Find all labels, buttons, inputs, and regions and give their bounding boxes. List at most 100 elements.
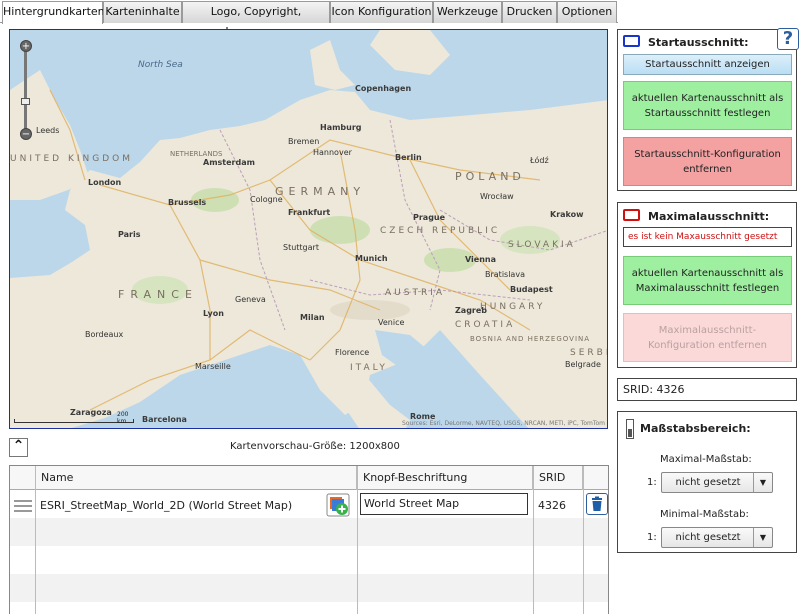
- show-start-extent-button[interactable]: Startausschnitt anzeigen: [623, 54, 792, 75]
- map-label-hamburg: Hamburg: [320, 123, 362, 132]
- map-label-london: London: [88, 178, 122, 187]
- map-preview[interactable]: North Sea UNITED KINGDOM NETHERLANDS FRA…: [9, 29, 608, 429]
- max-scale-label: Maximal-Maßstab:: [660, 454, 752, 465]
- preview-size-label: Kartenvorschau-Größe: 1200x800: [230, 441, 400, 452]
- collapse-up-icon[interactable]: ⌃: [9, 438, 28, 457]
- map-label-munich: Munich: [355, 254, 388, 263]
- map-label-bordeaux: Bordeaux: [85, 330, 124, 339]
- max-scale-select[interactable]: nicht gesetzt ▼: [661, 472, 773, 493]
- drag-handle-icon[interactable]: [14, 500, 32, 514]
- map-label-czech: CZECH REPUBLIC: [380, 226, 501, 236]
- map-label-north-sea: North Sea: [138, 60, 183, 70]
- map-label-hungary: HUNGARY: [480, 302, 546, 312]
- map-label-berlin: Berlin: [395, 153, 422, 162]
- map-attribution: Sources: Esri, DeLorme, NAVTEQ, USGS, NR…: [401, 420, 605, 427]
- tab-optionen[interactable]: Optionen: [557, 1, 617, 23]
- max-extent-color-icon: [623, 209, 640, 221]
- tab-icon-konfiguration[interactable]: Icon Konfiguration: [330, 1, 433, 23]
- max-scale-prefix: 1:: [647, 477, 657, 488]
- map-label-italy: ITALY: [350, 363, 388, 373]
- tab-logo-copyright[interactable]: Logo, Copyright, Impressum: [182, 1, 330, 38]
- map-label-austria: AUSTRIA: [385, 288, 446, 298]
- map-scale-label: 200 km: [117, 411, 129, 425]
- max-extent-title: Maximalausschnitt:: [648, 210, 770, 223]
- map-label-krakow: Krakow: [550, 210, 584, 219]
- map-label-bosnia: BOSNIA AND HERZEGOVINA: [470, 335, 591, 343]
- map-label-zagreb: Zagreb: [455, 306, 488, 315]
- layer-name: ESRI_StreetMap_World_2D (World Street Ma…: [40, 499, 293, 512]
- map-label-barcelona: Barcelona: [142, 415, 187, 424]
- map-label-florence: Florence: [335, 348, 370, 357]
- start-extent-color-icon: [623, 35, 640, 47]
- start-extent-title: Startausschnitt:: [648, 36, 749, 49]
- map-label-budapest: Budapest: [510, 285, 553, 294]
- delete-button[interactable]: [586, 493, 608, 515]
- map-label-hannover: Hannover: [313, 148, 352, 157]
- map-label-wroclaw: Wrocław: [480, 192, 514, 201]
- remove-max-extent-button: Maximalausschnitt-Konfiguration entferne…: [623, 313, 792, 362]
- set-start-extent-button[interactable]: aktuellen Kartenausschnitt als Startauss…: [623, 81, 792, 130]
- add-layer-icon[interactable]: [326, 493, 350, 517]
- srid-panel: SRID: 4326: [617, 378, 797, 401]
- max-extent-info: es ist kein Maxausschnitt gesetzt: [623, 227, 792, 247]
- table-header: Name Knopf-Beschriftung SRID: [10, 466, 608, 490]
- map-label-copenhagen: Copenhagen: [355, 84, 412, 93]
- set-max-extent-button[interactable]: aktuellen Kartenausschnitt als Maximalau…: [623, 256, 792, 305]
- map-label-leeds: Leeds: [36, 126, 60, 135]
- map-label-croatia: CROATIA: [455, 320, 516, 330]
- srid-label: SRID: 4326: [623, 383, 685, 396]
- max-extent-panel: Maximalausschnitt: es ist kein Maxaussch…: [617, 202, 797, 368]
- map-label-amsterdam: Amsterdam: [203, 158, 255, 167]
- zoom-slider-handle[interactable]: [21, 98, 30, 105]
- map-label-slovakia: SLOVAKIA: [508, 240, 576, 250]
- layer-srid: 4326: [538, 499, 566, 512]
- map-label-germany: GERMANY: [275, 185, 366, 198]
- map-label-zaragoza: Zaragoza: [70, 408, 112, 417]
- map-label-lodz: Łódź: [530, 156, 549, 165]
- zoom-out-icon[interactable]: −: [20, 128, 32, 140]
- zoom-track[interactable]: [24, 48, 27, 132]
- scale-range-panel: Maßstabsbereich: Maximal-Maßstab: 1: nic…: [617, 411, 797, 553]
- column-header-knopf[interactable]: Knopf-Beschriftung: [357, 466, 533, 490]
- column-header-name[interactable]: Name: [35, 466, 357, 490]
- column-header-srid[interactable]: SRID: [533, 466, 583, 490]
- map-label-belgrade: Belgrade: [565, 360, 601, 369]
- tab-werkzeuge[interactable]: Werkzeuge: [433, 1, 502, 23]
- tab-bar: Hintergrundkarten Karteninhalte Logo, Co…: [0, 0, 618, 38]
- map-label-paris: Paris: [118, 230, 141, 239]
- tab-drucken[interactable]: Drucken: [502, 1, 557, 23]
- scale-range-icon: [626, 419, 634, 439]
- map-label-cologne: Cologne: [250, 195, 283, 204]
- knopf-beschriftung-input[interactable]: World Street Map: [360, 493, 528, 515]
- trash-icon: [592, 496, 602, 511]
- map-label-brussels: Brussels: [168, 198, 207, 207]
- layer-table: Name Knopf-Beschriftung SRID ESRI_Street…: [9, 465, 609, 614]
- map-label-netherlands: NETHERLANDS: [170, 150, 223, 158]
- tab-karteninhalte[interactable]: Karteninhalte: [103, 1, 182, 23]
- map-label-frankfurt: Frankfurt: [288, 208, 331, 217]
- map-scale-bar: 200 km: [14, 411, 134, 425]
- start-extent-panel: Startausschnitt: Startausschnitt anzeige…: [617, 29, 797, 191]
- map-label-vienna: Vienna: [465, 255, 497, 264]
- map-label-venice: Venice: [378, 318, 405, 327]
- min-scale-value: nicht gesetzt: [675, 532, 741, 543]
- map-basemap: [10, 30, 607, 428]
- min-scale-label: Minimal-Maßstab:: [660, 509, 749, 520]
- map-label-milan: Milan: [300, 313, 325, 322]
- min-scale-select[interactable]: nicht gesetzt ▼: [661, 527, 773, 548]
- map-label-prague: Prague: [413, 213, 446, 222]
- tab-hintergrundkarten[interactable]: Hintergrundkarten: [2, 1, 105, 24]
- map-label-serbia: SERBIA: [570, 348, 607, 358]
- map-label-geneva: Geneva: [235, 295, 266, 304]
- scale-range-title: Maßstabsbereich:: [640, 422, 751, 435]
- remove-start-extent-button[interactable]: Startausschnitt-Konfiguration entfernen: [623, 137, 792, 186]
- help-icon[interactable]: ?: [777, 28, 799, 50]
- chevron-down-icon: ▼: [753, 473, 772, 492]
- map-label-bratislava: Bratislava: [485, 270, 525, 279]
- map-label-stuttgart: Stuttgart: [283, 243, 319, 252]
- map-label-bremen: Bremen: [288, 137, 320, 146]
- map-label-united-kingdom: UNITED KINGDOM: [10, 154, 133, 164]
- zoom-control: + −: [18, 40, 34, 140]
- zoom-in-icon[interactable]: +: [20, 40, 32, 52]
- map-label-lyon: Lyon: [203, 309, 224, 318]
